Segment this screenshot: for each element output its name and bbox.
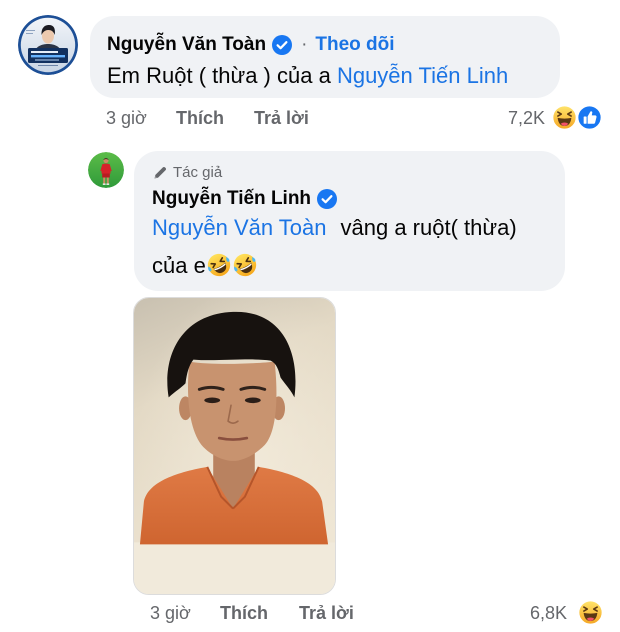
avatar[interactable] — [88, 152, 124, 188]
like-icon[interactable] — [577, 105, 602, 130]
reply-bubble: Tác giả Nguyễn Tiến Linh Nguyễn Văn Toàn… — [134, 151, 565, 291]
verified-badge-icon — [317, 189, 338, 209]
like-button[interactable]: Thích — [220, 602, 268, 624]
comment-thread: Nguyễn Văn Toàn · Theo dõi Em Ruột ( thừ… — [0, 0, 620, 632]
haha-icon[interactable] — [578, 600, 603, 625]
avatar[interactable] — [18, 15, 78, 75]
reaction-count[interactable]: 7,2K — [508, 107, 545, 129]
reply-button[interactable]: Trả lời — [299, 602, 354, 624]
author-role-label: Tác giả — [173, 164, 223, 181]
reaction-count[interactable]: 6,8K — [530, 602, 567, 624]
reply-timestamp[interactable]: 3 giờ — [150, 602, 191, 624]
rolling-on-floor-laughing-icon — [206, 252, 232, 278]
reply-button[interactable]: Trả lời — [254, 107, 309, 129]
mention-link[interactable]: Nguyễn Tiến Linh — [337, 63, 508, 88]
reply-text-line-1: Nguyễn Văn Toàn vâng a ruột( thừa) — [152, 213, 517, 243]
follow-button[interactable]: Theo dõi — [315, 33, 394, 57]
reply-text-line-2: của e — [152, 251, 258, 281]
rolling-on-floor-laughing-icon — [232, 252, 258, 278]
reply-text-body: vâng a ruột( thừa) — [340, 215, 517, 240]
comment-text-body: Em Ruột ( thừa ) của a — [107, 63, 331, 88]
reply-header: Nguyễn Tiến Linh — [152, 187, 338, 211]
haha-icon[interactable] — [552, 105, 577, 130]
verified-badge-icon — [272, 35, 293, 55]
comment-header: Nguyễn Văn Toàn · Theo dõi — [107, 33, 395, 57]
like-button[interactable]: Thích — [176, 107, 224, 129]
author-role-badge: Tác giả — [152, 163, 222, 183]
comment-bubble: Nguyễn Văn Toàn · Theo dõi Em Ruột ( thừ… — [90, 16, 560, 98]
mention-link[interactable]: Nguyễn Văn Toàn — [152, 215, 327, 240]
comment-text: Em Ruột ( thừa ) của a Nguyễn Tiến Linh — [107, 61, 508, 91]
pen-icon — [152, 165, 168, 181]
comment-timestamp[interactable]: 3 giờ — [106, 107, 147, 129]
author-name[interactable]: Nguyễn Văn Toàn — [107, 33, 266, 57]
author-name[interactable]: Nguyễn Tiến Linh — [152, 187, 311, 211]
reply-text-body: của e — [152, 253, 206, 278]
attached-photo[interactable] — [133, 297, 336, 595]
separator-dot: · — [301, 34, 308, 55]
